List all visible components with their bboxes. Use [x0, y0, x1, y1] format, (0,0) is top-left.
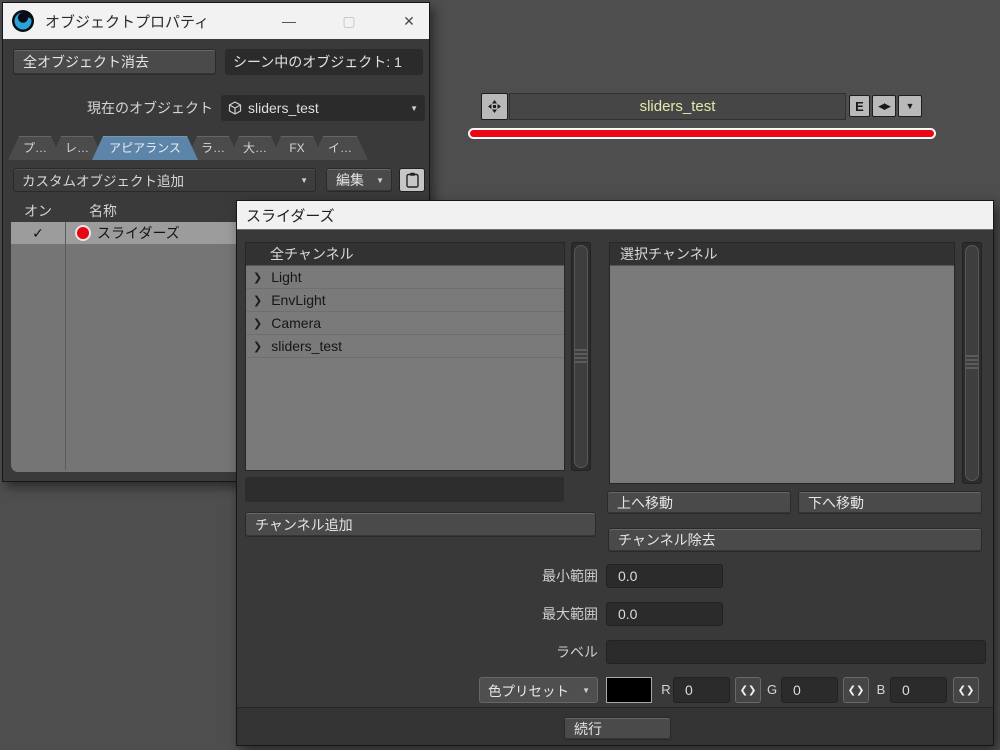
clipboard-icon — [406, 172, 419, 188]
blue-label: B — [874, 677, 888, 703]
envelope-button[interactable]: E — [849, 95, 870, 117]
min-range-input[interactable]: 0.0 — [606, 564, 723, 588]
window-title: オブジェクトプロパティ — [45, 11, 209, 32]
red-stepper[interactable]: ❮❯ — [735, 677, 761, 703]
clear-all-objects-button[interactable]: 全オブジェクト消去 — [13, 49, 216, 75]
scrollbar-thumb[interactable] — [574, 245, 588, 468]
column-header-on: オン — [11, 200, 65, 222]
red-input[interactable]: 0 — [673, 677, 730, 703]
channel-item-sliders-test[interactable]: ❯ sliders_test — [246, 335, 564, 358]
stepper-icon: ❮❯ — [958, 685, 975, 696]
current-object-value: sliders_test — [248, 100, 319, 116]
slider-menu-button[interactable]: ▼ — [898, 95, 922, 117]
chevron-down-icon: ▼ — [410, 104, 425, 113]
selected-channels-scrollbar[interactable] — [962, 242, 982, 484]
label-label: ラベル — [437, 640, 598, 664]
selected-channels-header: 選択チャンネル — [610, 243, 954, 266]
all-channels-list: 全チャンネル ❯ Light ❯ EnvLight ❯ Camera ❯ sli… — [245, 242, 565, 471]
chevron-down-icon: ▼ — [376, 176, 391, 185]
checkmark-icon[interactable]: ✓ — [11, 225, 65, 242]
chevron-down-icon: ▼ — [300, 176, 315, 185]
green-input[interactable]: 0 — [781, 677, 838, 703]
max-range-input[interactable]: 0.0 — [606, 602, 723, 626]
cube-icon — [228, 101, 242, 115]
blue-stepper[interactable]: ❮❯ — [953, 677, 979, 703]
tab-bar: プ… レ… アピアランス ラ… 大… FX イ… — [8, 136, 356, 160]
all-channels-scrollbar[interactable] — [571, 242, 591, 471]
min-range-label: 最小範囲 — [437, 564, 598, 588]
current-object-dropdown[interactable]: sliders_test ▼ — [221, 95, 425, 121]
color-swatch[interactable] — [606, 677, 652, 703]
sliders-dialog: スライダーズ 全チャンネル ❯ Light ❯ EnvLight ❯ Camer… — [236, 200, 994, 746]
column-divider — [65, 222, 66, 470]
all-channels-header: 全チャンネル — [246, 243, 564, 266]
lightwave-logo-icon — [11, 9, 35, 33]
scene-object-count: シーン中のオブジェクト: 1 — [225, 49, 423, 75]
selected-channels-list: 選択チャンネル — [609, 242, 955, 484]
move-down-button[interactable]: 下へ移動 — [798, 491, 982, 514]
object-properties-titlebar: オブジェクトプロパティ — ▢ ✕ — [3, 3, 429, 39]
move-icon — [486, 98, 503, 115]
add-channel-button[interactable]: チャンネル追加 — [245, 512, 596, 537]
current-object-label: 現在のオブジェクト — [3, 95, 213, 121]
green-stepper[interactable]: ❮❯ — [843, 677, 869, 703]
red-label: R — [659, 677, 673, 703]
tab-edges[interactable]: イ… — [312, 136, 368, 160]
green-label: G — [765, 677, 779, 703]
stepper-icon: ❮❯ — [740, 685, 757, 696]
scrollbar-grip-icon — [966, 356, 978, 371]
channel-info-field — [245, 477, 564, 502]
max-range-label: 最大範囲 — [437, 602, 598, 626]
expand-arrow-icon[interactable]: ❯ — [253, 317, 262, 330]
sliders-dialog-titlebar: スライダーズ — [237, 201, 993, 230]
blue-input[interactable]: 0 — [890, 677, 947, 703]
column-header-name: 名称 — [65, 200, 117, 222]
slider-track[interactable] — [468, 128, 936, 139]
label-input[interactable] — [606, 640, 986, 664]
edit-dropdown-button[interactable]: 編集 ▼ — [326, 168, 392, 192]
red-status-dot-icon — [77, 227, 89, 239]
channel-item-envlight[interactable]: ❯ EnvLight — [246, 289, 564, 312]
channel-item-camera[interactable]: ❯ Camera — [246, 312, 564, 335]
chevron-down-icon: ▼ — [906, 101, 915, 111]
chevron-down-icon: ▼ — [582, 686, 597, 695]
expand-arrow-icon[interactable]: ❯ — [253, 271, 262, 284]
dialog-title: スライダーズ — [246, 205, 335, 226]
add-custom-object-dropdown[interactable]: カスタムオブジェクト追加 ▼ — [13, 168, 316, 192]
remove-channel-button[interactable]: チャンネル除去 — [608, 528, 982, 552]
color-preset-dropdown[interactable]: 色プリセット ▼ — [479, 677, 598, 703]
maximize-icon[interactable]: ▢ — [341, 13, 357, 30]
stepper-icon: ❮❯ — [848, 685, 865, 696]
prev-next-icon: ◀▶ — [878, 101, 890, 112]
slider-name: sliders_test — [640, 98, 716, 115]
clipboard-button[interactable] — [399, 168, 425, 192]
tab-appearance[interactable]: アピアランス — [92, 136, 198, 160]
slider-drag-handle-button[interactable] — [481, 93, 508, 120]
expand-arrow-icon[interactable]: ❯ — [253, 340, 262, 353]
prev-next-button[interactable]: ◀▶ — [872, 95, 896, 117]
continue-button[interactable]: 続行 — [564, 717, 671, 740]
scrollbar-thumb[interactable] — [965, 245, 979, 481]
channel-item-light[interactable]: ❯ Light — [246, 266, 564, 289]
slider-name-bar[interactable]: sliders_test — [509, 93, 846, 120]
close-icon[interactable]: ✕ — [401, 13, 417, 30]
expand-arrow-icon[interactable]: ❯ — [253, 294, 262, 307]
move-up-button[interactable]: 上へ移動 — [607, 491, 791, 514]
scrollbar-grip-icon — [575, 349, 587, 364]
minimize-icon[interactable]: — — [281, 13, 297, 30]
